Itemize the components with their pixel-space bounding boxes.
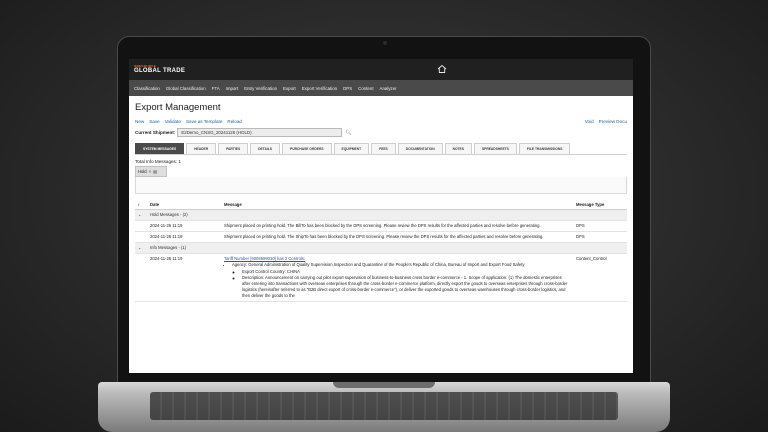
right-actions: Void Preview Docu bbox=[580, 119, 627, 124]
current-shipment-field[interactable]: E2Demo_CNSG_20241126 (HOLD) bbox=[177, 128, 343, 137]
search-icon[interactable]: 🔍︎ bbox=[345, 130, 351, 136]
save-as-template-button[interactable]: Save as Template bbox=[186, 119, 222, 124]
tab-file-transmissions[interactable]: FILE TRANSMISSIONS bbox=[518, 143, 571, 154]
reload-button[interactable]: Reload bbox=[227, 119, 242, 124]
nav-export-verification[interactable]: Export Verification bbox=[302, 86, 337, 91]
tab-documentation[interactable]: DOCUMENTATION bbox=[397, 143, 443, 154]
tab-parties[interactable]: PARTIES bbox=[218, 143, 249, 154]
home-icon[interactable] bbox=[437, 64, 447, 74]
chevron-down-icon[interactable]: ⌄ bbox=[135, 209, 147, 222]
table-row[interactable]: 2024-11-26 11:19 Shipment placed on prin… bbox=[135, 231, 627, 244]
tab-purchase-orders[interactable]: PURCHASE ORDERS bbox=[282, 143, 332, 154]
row-message: Tariff Number [9008599010] has 2 Control… bbox=[221, 253, 573, 303]
nav-analyzer[interactable]: Analyzer bbox=[380, 86, 397, 91]
table-row[interactable]: 2024-11-26 11:19 Tariff Number [90085990… bbox=[135, 253, 627, 303]
tab-details[interactable]: DETAILS bbox=[250, 143, 280, 154]
tab-fees[interactable]: FEES bbox=[371, 143, 396, 154]
column-date[interactable]: Date bbox=[147, 200, 221, 210]
expand-all-icon[interactable]: › bbox=[135, 200, 147, 210]
main-nav: Classification Global Classification FTA… bbox=[129, 80, 633, 96]
tab-equipment[interactable]: EQUIPMENT bbox=[333, 143, 370, 154]
group-label: Info Messages - (1) bbox=[147, 242, 627, 255]
row-date: 2024-11-26 11:19 bbox=[147, 253, 221, 303]
tab-system-messages[interactable]: SYSTEM MESSAGES bbox=[135, 143, 185, 154]
messages-table: › Date Message Message Type ⌄ Hold Messa… bbox=[135, 200, 627, 303]
save-button[interactable]: Save bbox=[149, 119, 159, 124]
action-bar: New Save Validate Save as Template Reloa… bbox=[135, 119, 627, 124]
tariff-controls-link[interactable]: Tariff Number [9008599010] has 2 Control… bbox=[224, 256, 305, 261]
void-button[interactable]: Void bbox=[585, 119, 594, 124]
preview-document-button[interactable]: Preview Docu bbox=[599, 119, 627, 124]
nav-fta[interactable]: FTA bbox=[212, 86, 220, 91]
group-row-info[interactable]: ⌄ Info Messages - (1) bbox=[135, 242, 627, 255]
row-date: 2024-11-26 11:19 bbox=[147, 231, 221, 244]
tab-spreadsheets[interactable]: SPREADSHEETS bbox=[473, 143, 517, 154]
control-details: Agency: General Administration of Qualit… bbox=[224, 262, 570, 299]
page-title: Export Management bbox=[135, 102, 221, 113]
group-drop-area bbox=[135, 177, 627, 194]
table-header-row: › Date Message Message Type bbox=[135, 200, 627, 210]
nav-entry-verification[interactable]: Entry Verification bbox=[244, 86, 277, 91]
brand-name: GLOBAL TRADE bbox=[134, 68, 186, 74]
chevron-down-icon[interactable]: ⌄ bbox=[135, 242, 147, 255]
nav-export[interactable]: Export bbox=[283, 86, 296, 91]
total-info-messages: Total Info Messages: 1 bbox=[135, 159, 181, 164]
nav-classification[interactable]: Classification bbox=[134, 86, 160, 91]
current-shipment-label: Current Shipment: bbox=[135, 130, 176, 135]
nav-dps[interactable]: DPS bbox=[343, 86, 352, 91]
validate-button[interactable]: Validate bbox=[165, 119, 181, 124]
description-item: Description: Announcement on carrying ou… bbox=[242, 275, 570, 299]
row-type: DPS bbox=[573, 231, 627, 244]
group-row-hold[interactable]: ⌄ Hold Messages - (2) bbox=[135, 209, 627, 222]
grid-icon[interactable]: ▤ bbox=[153, 169, 157, 174]
hold-filter-label: Hold bbox=[138, 169, 147, 174]
webcam bbox=[383, 41, 387, 45]
table-row[interactable]: 2024-11-26 11:19 Shipment placed on prin… bbox=[135, 220, 627, 233]
group-label: Hold Messages - (2) bbox=[147, 209, 627, 222]
new-button[interactable]: New bbox=[135, 119, 144, 124]
column-message-type[interactable]: Message Type bbox=[573, 200, 627, 210]
current-shipment-row: Current Shipment: E2Demo_CNSG_20241126 (… bbox=[135, 128, 627, 137]
column-message[interactable]: Message bbox=[221, 200, 573, 210]
laptop-hinge bbox=[333, 382, 435, 388]
tab-notes[interactable]: NOTES bbox=[444, 143, 472, 154]
row-date: 2024-11-26 11:19 bbox=[147, 220, 221, 233]
laptop-screen: ONESOURCE GLOBAL TRADE Classification Gl… bbox=[129, 59, 633, 373]
nav-content[interactable]: Content bbox=[358, 86, 373, 91]
row-type: Content_Control bbox=[573, 253, 627, 303]
tab-header[interactable]: HEADER bbox=[186, 143, 217, 154]
hold-filter-chip[interactable]: Hold × ▤ bbox=[135, 166, 167, 177]
row-message: Shipment placed on printing hold. The Bi… bbox=[221, 220, 573, 233]
nav-import[interactable]: Import bbox=[226, 86, 238, 91]
agency-item: Agency: General Administration of Qualit… bbox=[232, 262, 570, 268]
row-type: DPS bbox=[573, 220, 627, 233]
brand-logo[interactable]: ONESOURCE GLOBAL TRADE bbox=[134, 65, 186, 75]
app-header: ONESOURCE GLOBAL TRADE bbox=[129, 59, 633, 80]
row-message: Shipment placed on printing hold. The Sh… bbox=[221, 231, 573, 244]
tab-bar: SYSTEM MESSAGES HEADER PARTIES DETAILS P… bbox=[135, 143, 627, 155]
laptop-keyboard bbox=[150, 392, 618, 420]
nav-global-classification[interactable]: Global Classification bbox=[166, 86, 206, 91]
close-icon[interactable]: × bbox=[149, 169, 151, 174]
main-content: Export Management New Save Validate Save… bbox=[129, 96, 633, 303]
